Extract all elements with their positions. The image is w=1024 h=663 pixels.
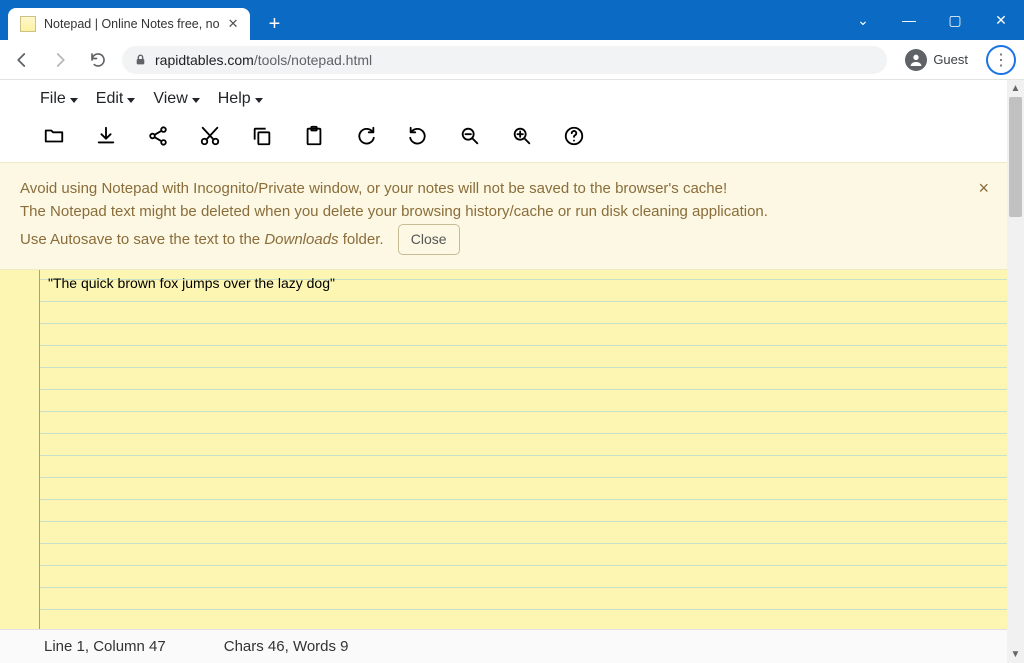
undo-button[interactable] bbox=[354, 124, 378, 148]
notepad-area: "The quick brown fox jumps over the lazy… bbox=[0, 270, 1007, 629]
menu-help-label: Help bbox=[218, 90, 251, 108]
close-tab-icon[interactable]: ✕ bbox=[228, 16, 239, 32]
address-bar: rapidtables.com/tools/notepad.html Guest… bbox=[0, 40, 1024, 80]
caret-down-icon bbox=[127, 98, 135, 103]
url-input[interactable]: rapidtables.com/tools/notepad.html bbox=[122, 46, 887, 74]
close-window-button[interactable]: ✕ bbox=[978, 0, 1024, 40]
menu-help[interactable]: Help bbox=[218, 90, 263, 108]
new-tab-button[interactable]: + bbox=[260, 10, 288, 38]
status-chars-words: Chars 46, Words 9 bbox=[224, 638, 349, 655]
caret-down-icon bbox=[192, 98, 200, 103]
banner-line1: Avoid using Notepad with Incognito/Priva… bbox=[20, 177, 987, 200]
banner-line3: Use Autosave to save the text to the Dow… bbox=[20, 224, 987, 256]
notepad-textarea[interactable]: "The quick brown fox jumps over the lazy… bbox=[48, 272, 997, 294]
copy-button[interactable] bbox=[250, 124, 274, 148]
caret-down-icon bbox=[70, 98, 78, 103]
zoom-out-button[interactable] bbox=[458, 124, 482, 148]
menu-edit[interactable]: Edit bbox=[96, 90, 136, 108]
chevron-down-icon[interactable]: ⌄ bbox=[840, 0, 886, 40]
scroll-down-icon[interactable]: ▼ bbox=[1007, 646, 1024, 663]
profile-chip[interactable]: Guest bbox=[897, 47, 976, 73]
profile-label: Guest bbox=[933, 52, 968, 67]
avatar-icon bbox=[905, 49, 927, 71]
back-button[interactable] bbox=[8, 46, 36, 74]
browser-tab[interactable]: Notepad | Online Notes free, no ✕ bbox=[8, 8, 250, 40]
zoom-in-button[interactable] bbox=[510, 124, 534, 148]
tab-title: Notepad | Online Notes free, no bbox=[44, 17, 220, 31]
maximize-button[interactable]: ▢ bbox=[932, 0, 978, 40]
caret-down-icon bbox=[255, 98, 263, 103]
menu-view-label: View bbox=[153, 90, 187, 108]
status-bar: Line 1, Column 47 Chars 46, Words 9 bbox=[0, 629, 1007, 663]
minimize-button[interactable]: ― bbox=[886, 0, 932, 40]
open-folder-button[interactable] bbox=[42, 124, 66, 148]
forward-button[interactable] bbox=[46, 46, 74, 74]
share-button[interactable] bbox=[146, 124, 170, 148]
menu-file[interactable]: File bbox=[40, 90, 78, 108]
redo-button[interactable] bbox=[406, 124, 430, 148]
banner-line2: The Notepad text might be deleted when y… bbox=[20, 200, 987, 223]
menubar: File Edit View Help bbox=[0, 80, 1007, 114]
ruled-lines bbox=[0, 270, 1007, 629]
browser-menu-button[interactable]: ⋮ bbox=[986, 45, 1016, 75]
paste-button[interactable] bbox=[302, 124, 326, 148]
banner-close-icon[interactable]: × bbox=[978, 175, 989, 203]
warning-banner: × Avoid using Notepad with Incognito/Pri… bbox=[0, 162, 1007, 270]
help-button[interactable] bbox=[562, 124, 586, 148]
page-content: File Edit View Help bbox=[0, 80, 1007, 663]
menu-file-label: File bbox=[40, 90, 66, 108]
cut-button[interactable] bbox=[198, 124, 222, 148]
reload-button[interactable] bbox=[84, 46, 112, 74]
scroll-thumb[interactable] bbox=[1009, 97, 1022, 217]
status-line-col: Line 1, Column 47 bbox=[44, 638, 166, 655]
scroll-up-icon[interactable]: ▲ bbox=[1007, 80, 1024, 97]
menu-view[interactable]: View bbox=[153, 90, 199, 108]
notepad-margin bbox=[0, 270, 40, 629]
download-button[interactable] bbox=[94, 124, 118, 148]
menu-edit-label: Edit bbox=[96, 90, 124, 108]
banner-close-button[interactable]: Close bbox=[398, 224, 460, 256]
toolbar bbox=[0, 114, 1007, 162]
url-text: rapidtables.com/tools/notepad.html bbox=[155, 52, 372, 68]
browser-title-bar: Notepad | Online Notes free, no ✕ + ⌄ ― … bbox=[0, 0, 1024, 40]
lock-icon bbox=[134, 53, 147, 66]
vertical-scrollbar[interactable]: ▲ ▼ bbox=[1007, 80, 1024, 663]
window-controls: ⌄ ― ▢ ✕ bbox=[840, 0, 1024, 40]
favicon-icon bbox=[20, 16, 36, 32]
